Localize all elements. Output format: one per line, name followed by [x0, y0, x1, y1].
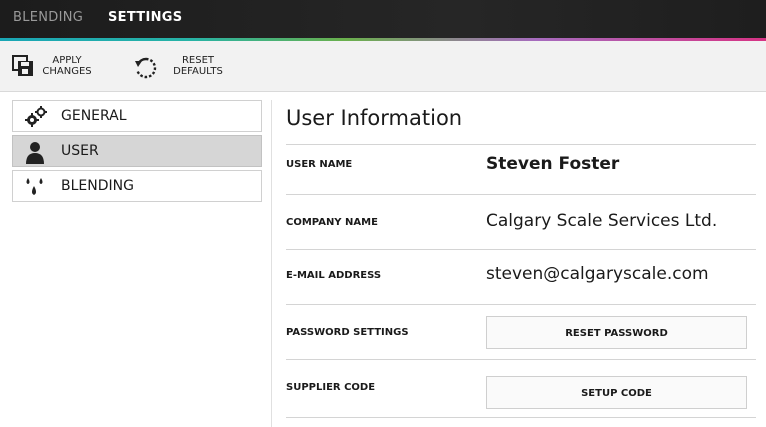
save-icon — [12, 55, 33, 76]
company-name-value: Calgary Scale Services Ltd. — [486, 211, 718, 231]
toolbar: APPLY CHANGES RESET DEFAULTS — [0, 41, 766, 92]
apply-changes-button[interactable]: APPLY CHANGES — [12, 47, 112, 85]
password-settings-row: PASSWORD SETTINGS RESET PASSWORD — [286, 304, 756, 360]
settings-sidebar: GENERAL USER BLENDING — [12, 100, 262, 205]
password-settings-label: PASSWORD SETTINGS — [286, 327, 409, 338]
reset-defaults-button[interactable]: RESET DEFAULTS — [133, 47, 243, 85]
sidebar-item-label: GENERAL — [61, 108, 127, 124]
supplier-code-label: SUPPLIER CODE — [286, 382, 376, 393]
apply-changes-label: APPLY CHANGES — [42, 55, 92, 77]
gears-icon — [25, 106, 47, 127]
supplier-code-row: SUPPLIER CODE SETUP CODE — [286, 359, 756, 418]
droplets-icon — [26, 178, 43, 195]
user-information-panel: User Information USER NAME Steven Foster… — [286, 100, 756, 418]
company-name-label: COMPANY NAME — [286, 217, 378, 228]
page-title: User Information — [286, 106, 463, 130]
tab-blending[interactable]: BLENDING — [13, 10, 83, 25]
setup-code-button[interactable]: SETUP CODE — [486, 376, 747, 409]
tab-settings[interactable]: SETTINGS — [108, 10, 182, 25]
reset-password-button[interactable]: RESET PASSWORD — [486, 316, 747, 349]
sidebar-item-blending[interactable]: BLENDING — [12, 170, 262, 202]
email-value: steven@calgaryscale.com — [486, 264, 709, 284]
sidebar-item-user[interactable]: USER — [12, 135, 262, 167]
user-name-label: USER NAME — [286, 159, 353, 170]
user-name-value: Steven Foster — [486, 154, 620, 174]
company-name-row: COMPANY NAME Calgary Scale Services Ltd. — [286, 194, 756, 250]
email-label: E-MAIL ADDRESS — [286, 270, 382, 281]
reset-icon — [135, 57, 157, 79]
sidebar-item-label: BLENDING — [61, 178, 134, 194]
email-row: E-MAIL ADDRESS steven@calgaryscale.com — [286, 249, 756, 305]
panel-divider — [271, 100, 272, 427]
sidebar-item-label: USER — [61, 143, 99, 159]
user-name-row: USER NAME Steven Foster — [286, 144, 756, 195]
top-bar: BLENDING SETTINGS — [0, 0, 766, 38]
user-icon — [26, 142, 44, 164]
reset-defaults-label: RESET DEFAULTS — [173, 55, 223, 77]
sidebar-item-general[interactable]: GENERAL — [12, 100, 262, 132]
